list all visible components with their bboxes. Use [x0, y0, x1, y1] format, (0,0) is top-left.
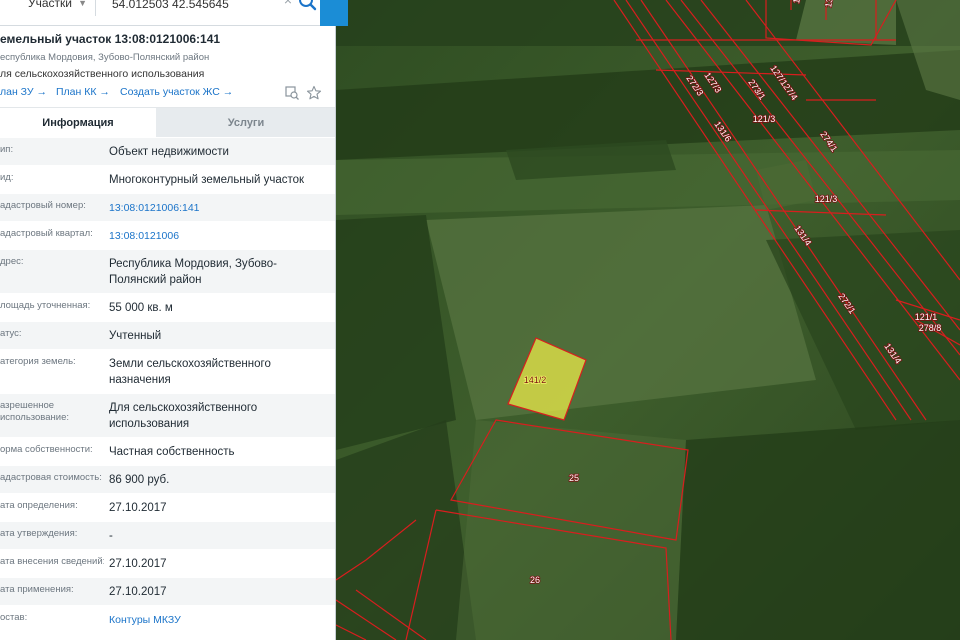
info-label: ип: [0, 144, 14, 155]
info-value: 86 900 руб. [109, 474, 170, 486]
info-value: 27.10.2017 [109, 502, 167, 514]
info-row: остав: Контуры МКЗУ [0, 605, 335, 633]
clear-search-button[interactable]: × [280, 0, 296, 9]
selected-parcel-label: 141/2 [524, 375, 547, 385]
info-label: лощадь уточненная: [0, 300, 91, 311]
parcel-label: 121/3 [753, 114, 776, 124]
info-value: 55 000 кв. м [109, 302, 173, 314]
info-row: дрес: Республика Мордовия, Зубово-Полянс… [0, 249, 335, 293]
info-label: атегория земель: [0, 356, 76, 367]
info-label: адастровая стоимость: [0, 472, 102, 483]
info-label: остав: [0, 612, 28, 623]
quick-links: лан ЗУ → План КК → Создать участок ЖС → [0, 85, 335, 102]
info-row: ата определения: 27.10.2017 [0, 493, 335, 521]
panel-tabs: Информация Услуги [0, 107, 335, 138]
info-value: Для сельскохозяйственного использования [109, 402, 258, 430]
search-icon [299, 0, 317, 11]
star-icon[interactable] [306, 85, 322, 101]
info-table: ип: Объект недвижимости ид: Многоконтурн… [0, 137, 335, 633]
info-label: ата внесения сведений: [0, 556, 104, 567]
panel-toggle-button[interactable] [320, 0, 348, 26]
info-value: - [109, 530, 113, 542]
parcel-label-25: 25 [569, 473, 579, 483]
info-row: атус: Учтенный [0, 321, 335, 349]
parcel-label: 121/1 [915, 312, 938, 322]
info-row: адастровая стоимость: 86 900 руб. [0, 465, 335, 493]
search-bar: Участки ▼ × [0, 0, 348, 26]
tab-services[interactable]: Услуги [156, 108, 335, 138]
plan-zu-link[interactable]: лан ЗУ → [0, 86, 47, 98]
info-row: атегория земель: Земли сельскохозяйствен… [0, 349, 335, 393]
info-value: Объект недвижимости [109, 146, 229, 158]
search-type-dropdown[interactable]: Участки ▼ [0, 0, 96, 16]
tab-information[interactable]: Информация [0, 108, 156, 138]
info-label: ата утверждения: [0, 528, 78, 539]
info-value: Частная собственность [109, 446, 235, 458]
info-value: Многоконтурный земельный участок [109, 174, 305, 186]
cadastral-number-link[interactable]: 13:08:0121006:141 [109, 200, 329, 216]
info-row: лощадь уточненная: 55 000 кв. м [0, 293, 335, 321]
info-value: 27.10.2017 [109, 586, 167, 598]
info-value: Республика Мордовия, Зубово-Полянский ра… [109, 258, 278, 286]
info-row: азрешенное использование: Для сельскохоз… [0, 393, 335, 437]
info-row: ип: Объект недвижимости [0, 137, 335, 165]
parcel-label: 13 [791, 0, 803, 4]
info-row: ата применения: 27.10.2017 [0, 577, 335, 605]
parcel-label-26: 26 [530, 575, 540, 585]
info-label: ид: [0, 172, 14, 183]
map-canvas[interactable]: 141/2 25 26 137 13 127/3 272/3 121/3 127… [336, 0, 960, 640]
parcel-title: емельный участок 13:08:0121006:141 [0, 32, 221, 46]
copy-link-icon[interactable] [284, 85, 300, 101]
info-label: орма собственности: [0, 444, 93, 455]
info-label: адастровый квартал: [0, 228, 93, 239]
parcel-region: еспублика Мордовия, Зубово-Полянский рай… [0, 52, 210, 63]
cadastral-quarter-link[interactable]: 13:08:0121006 [109, 228, 329, 244]
info-row: орма собственности: Частная собственност… [0, 437, 335, 465]
info-row: адастровый квартал: 13:08:0121006 [0, 221, 335, 249]
imagery-texture [336, 0, 960, 640]
info-label: адастровый номер: [0, 200, 86, 211]
search-button[interactable] [296, 0, 320, 12]
parcel-usage: ля сельскохозяйственного использования [0, 68, 205, 80]
parcel-label: 121/3 [815, 194, 838, 204]
info-value: 27.10.2017 [109, 558, 167, 570]
info-label: ата применения: [0, 584, 74, 595]
search-type-label: Участки [28, 0, 72, 10]
plan-kk-link[interactable]: План КК → [56, 86, 110, 98]
parcel-label: 278/8 [919, 323, 942, 333]
contours-link[interactable]: Контуры МКЗУ [109, 612, 329, 628]
search-input[interactable] [96, 0, 276, 16]
info-label: атус: [0, 328, 22, 339]
info-label: азрешенное использование: [0, 400, 70, 423]
info-label: ата определения: [0, 500, 78, 511]
info-value: Учтенный [109, 330, 162, 342]
info-row: ата внесения сведений: 27.10.2017 [0, 549, 335, 577]
chevron-down-icon: ▼ [78, 0, 87, 8]
info-label: дрес: [0, 256, 24, 267]
info-row: ид: Многоконтурный земельный участок [0, 165, 335, 193]
info-row: адастровый номер: 13:08:0121006:141 [0, 193, 335, 221]
info-value: Земли сельскохозяйственного назначения [109, 358, 271, 386]
info-row: ата утверждения: - [0, 521, 335, 549]
create-parcel-link[interactable]: Создать участок ЖС → [120, 86, 233, 98]
map-view[interactable]: 141/2 25 26 137 13 127/3 272/3 121/3 127… [336, 0, 960, 640]
parcel-info-panel: емельный участок 13:08:0121006:141 еспуб… [0, 26, 336, 640]
